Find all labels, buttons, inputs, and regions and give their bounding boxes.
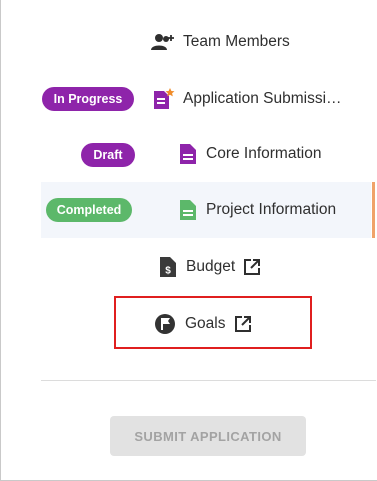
highlight-box xyxy=(114,296,312,349)
status-badge-completed: Completed xyxy=(46,198,132,222)
application-document-star-icon xyxy=(151,87,175,111)
nav-item-project-information[interactable]: Project Information xyxy=(176,190,336,230)
budget-document-icon: $ xyxy=(156,255,180,279)
document-icon xyxy=(176,198,200,222)
nav-item-team-members[interactable]: Team Members xyxy=(151,22,290,62)
nav-item-core-information[interactable]: Core Information xyxy=(176,134,321,174)
nav-item-label: Core Information xyxy=(206,145,322,162)
nav-item-label: Project Information xyxy=(206,201,337,218)
submit-application-button[interactable]: SUBMIT APPLICATION xyxy=(110,416,306,456)
nav-item-application-submission[interactable]: Application Submissi… xyxy=(151,79,342,119)
team-members-icon xyxy=(151,30,175,54)
nav-item-label: Budget xyxy=(186,258,236,275)
svg-text:$: $ xyxy=(165,266,171,277)
application-sidebar: Team Members In Progress Application Sub… xyxy=(0,0,377,481)
nav-item-label: Team Members xyxy=(183,33,290,50)
selected-item-accent xyxy=(372,182,375,238)
status-badge-in-progress: In Progress xyxy=(42,87,134,111)
status-badge-draft: Draft xyxy=(81,143,135,167)
divider xyxy=(41,380,376,381)
external-link-icon xyxy=(243,258,261,276)
document-icon xyxy=(176,142,200,166)
nav-item-label: Application Submissi… xyxy=(183,90,342,107)
nav-item-budget[interactable]: $ Budget xyxy=(156,247,261,287)
